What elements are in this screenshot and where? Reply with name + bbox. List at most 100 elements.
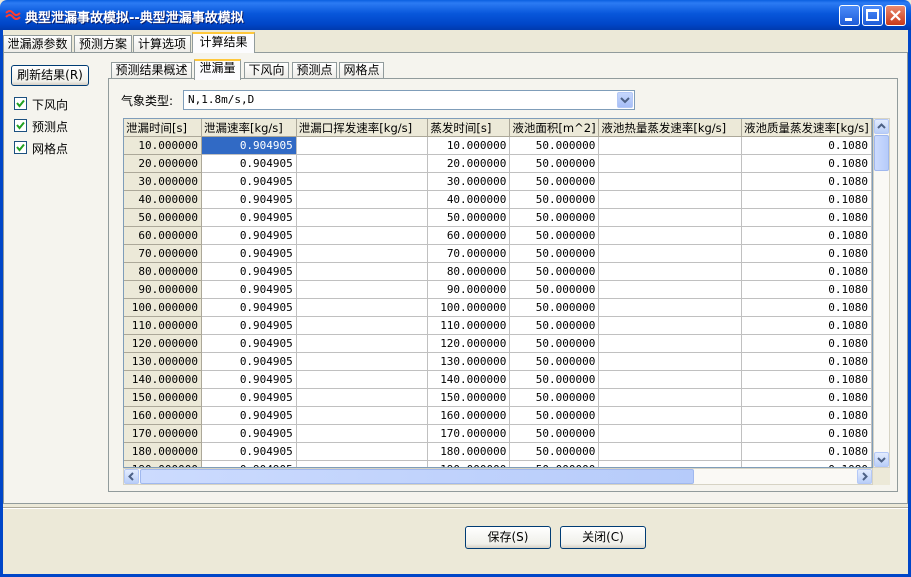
table-cell[interactable]	[296, 244, 429, 263]
table-cell[interactable]: 20.000000	[427, 154, 511, 173]
table-cell[interactable]: 140.000000	[427, 370, 511, 389]
table-cell[interactable]	[598, 424, 742, 443]
table-cell[interactable]: 0.904905	[201, 190, 297, 209]
table-cell[interactable]: 80.000000	[427, 262, 511, 281]
tab-downwind[interactable]: 下风向	[244, 62, 289, 79]
save-button[interactable]: 保存(S)	[465, 526, 551, 549]
table-cell[interactable]: 0.1080	[741, 460, 872, 467]
table-cell[interactable]: 0.1080	[741, 136, 872, 155]
table-cell[interactable]	[296, 154, 429, 173]
table-cell[interactable]	[598, 172, 742, 191]
dropdown-button[interactable]	[617, 92, 633, 108]
table-cell[interactable]	[296, 370, 429, 389]
table-row[interactable]: 120.000000 0.904905 120.000000 50.000000 0.1…	[124, 334, 872, 353]
tab-prediction-plan[interactable]: 预测方案	[74, 35, 132, 53]
row-header-cell[interactable]: 100.000000	[124, 298, 202, 317]
checkbox-box[interactable]	[14, 119, 27, 132]
table-cell[interactable]: 40.000000	[427, 190, 511, 209]
table-cell[interactable]: 0.1080	[741, 370, 872, 389]
row-header-cell[interactable]: 70.000000	[124, 244, 202, 263]
column-header[interactable]: 泄漏口挥发速率[kg/s]	[296, 119, 429, 137]
table-cell[interactable]: 0.1080	[741, 172, 872, 191]
table-cell[interactable]	[598, 226, 742, 245]
table-cell[interactable]	[296, 262, 429, 281]
row-header-cell[interactable]: 140.000000	[124, 370, 202, 389]
table-cell[interactable]: 10.000000	[427, 136, 511, 155]
table-cell[interactable]	[296, 424, 429, 443]
table-cell[interactable]: 50.000000	[509, 262, 600, 281]
table-cell[interactable]	[598, 388, 742, 407]
table-cell[interactable]	[598, 262, 742, 281]
table-cell[interactable]: 0.1080	[741, 226, 872, 245]
row-header-cell[interactable]: 150.000000	[124, 388, 202, 407]
column-header[interactable]: 蒸发时间[s]	[427, 119, 511, 137]
table-cell[interactable]	[598, 190, 742, 209]
table-cell[interactable]: 110.000000	[427, 316, 511, 335]
table-cell[interactable]: 0.1080	[741, 208, 872, 227]
table-cell[interactable]: 50.000000	[509, 370, 600, 389]
results-table[interactable]: 泄漏时间[s] 泄漏速率[kg/s] 泄漏口挥发速率[kg/s] 蒸发时间[s] 液池面…	[123, 118, 873, 468]
table-cell[interactable]: 0.904905	[201, 334, 297, 353]
table-row[interactable]: 150.000000 0.904905 150.000000 50.000000 0.1…	[124, 388, 872, 407]
table-cell[interactable]: 0.904905	[201, 280, 297, 299]
table-cell[interactable]	[598, 352, 742, 371]
table-row[interactable]: 70.000000 0.904905 70.000000 50.000000 0.108…	[124, 244, 872, 263]
table-cell[interactable]: 0.904905	[201, 460, 297, 467]
row-header-cell[interactable]: 170.000000	[124, 424, 202, 443]
table-cell[interactable]: 50.000000	[509, 244, 600, 263]
column-header[interactable]: 液池质量蒸发速率[kg/s]	[741, 119, 872, 137]
title-bar[interactable]: 典型泄漏事故模拟--典型泄漏事故模拟	[0, 0, 911, 30]
table-cell[interactable]	[296, 136, 429, 155]
table-cell[interactable]	[296, 190, 429, 209]
table-cell[interactable]: 100.000000	[427, 298, 511, 317]
table-cell[interactable]: 180.000000	[427, 442, 511, 461]
table-cell[interactable]: 50.000000	[509, 190, 600, 209]
table-row[interactable]: 80.000000 0.904905 80.000000 50.000000 0.108…	[124, 262, 872, 281]
tab-prediction-summary[interactable]: 预测结果概述	[111, 62, 192, 79]
table-cell[interactable]: 0.904905	[201, 298, 297, 317]
table-cell[interactable]: 0.904905	[201, 244, 297, 263]
table-cell[interactable]: 0.1080	[741, 190, 872, 209]
table-row[interactable]: 90.000000 0.904905 90.000000 50.000000 0.108…	[124, 280, 872, 299]
table-cell[interactable]: 0.904905	[201, 442, 297, 461]
table-cell[interactable]	[598, 460, 742, 467]
table-cell[interactable]	[296, 388, 429, 407]
table-row[interactable]: 40.000000 0.904905 40.000000 50.000000 0.108…	[124, 190, 872, 209]
table-row[interactable]: 10.000000 0.904905 10.000000 50.000000 0.108…	[124, 136, 872, 155]
table-cell[interactable]	[296, 172, 429, 191]
table-cell[interactable]: 190.000000	[427, 460, 511, 467]
table-cell[interactable]: 60.000000	[427, 226, 511, 245]
table-cell[interactable]	[598, 298, 742, 317]
table-cell[interactable]	[598, 370, 742, 389]
tab-prediction-points[interactable]: 预测点	[292, 62, 337, 79]
table-cell[interactable]: 0.904905	[201, 226, 297, 245]
checkbox-box[interactable]	[14, 97, 27, 110]
row-header-cell[interactable]: 60.000000	[124, 226, 202, 245]
table-cell[interactable]: 0.904905	[201, 136, 297, 155]
table-cell[interactable]: 50.000000	[509, 388, 600, 407]
table-cell[interactable]: 0.904905	[201, 154, 297, 173]
row-header-cell[interactable]: 110.000000	[124, 316, 202, 335]
row-header-cell[interactable]: 30.000000	[124, 172, 202, 191]
table-cell[interactable]: 50.000000	[509, 136, 600, 155]
row-header-cell[interactable]: 160.000000	[124, 406, 202, 425]
table-row[interactable]: 60.000000 0.904905 60.000000 50.000000 0.108…	[124, 226, 872, 245]
table-row[interactable]: 100.000000 0.904905 100.000000 50.000000 0.1…	[124, 298, 872, 317]
table-cell[interactable]: 0.904905	[201, 172, 297, 191]
row-header-cell[interactable]: 180.000000	[124, 442, 202, 461]
horizontal-scroll-thumb[interactable]	[140, 469, 694, 484]
table-cell[interactable]: 50.000000	[427, 208, 511, 227]
column-header[interactable]: 泄漏速率[kg/s]	[201, 119, 297, 137]
scroll-left-button[interactable]	[124, 469, 139, 484]
maximize-button[interactable]	[862, 5, 883, 26]
table-cell[interactable]: 90.000000	[427, 280, 511, 299]
table-cell[interactable]: 0.1080	[741, 262, 872, 281]
row-header-cell[interactable]: 40.000000	[124, 190, 202, 209]
table-cell[interactable]: 0.1080	[741, 442, 872, 461]
table-cell[interactable]: 50.000000	[509, 226, 600, 245]
table-cell[interactable]	[598, 334, 742, 353]
row-header-cell[interactable]: 90.000000	[124, 280, 202, 299]
row-header-cell[interactable]: 10.000000	[124, 136, 202, 155]
table-cell[interactable]	[598, 136, 742, 155]
table-cell[interactable]: 150.000000	[427, 388, 511, 407]
